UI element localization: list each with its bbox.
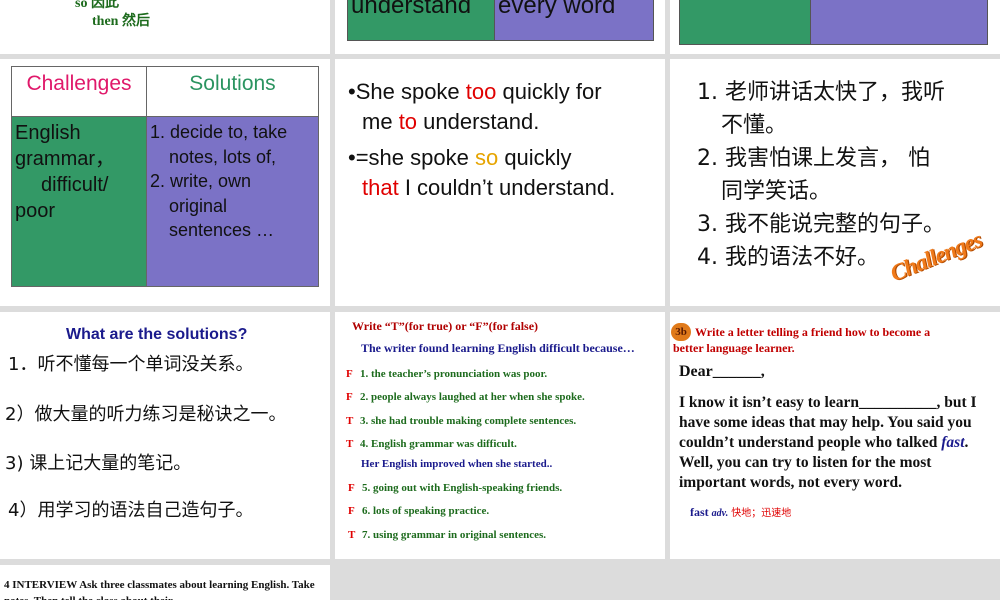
challenge-table: Challenges Solutions English grammar， di… (11, 66, 319, 287)
tf-intro-1: The writer found learning English diffic… (361, 341, 635, 355)
tf-mark: F (346, 368, 353, 380)
task-title-1: Write a letter telling a friend how to b… (695, 325, 931, 339)
challenge-item: 2. 我害怕课上发言， 怕 (697, 146, 930, 171)
challenge-line: English (15, 122, 81, 144)
slide3-cell-right (810, 0, 988, 45)
slide-7: What are the solutions? 1．听不懂每一个单词没关系。 2… (0, 312, 330, 559)
slide-6: 1. 老师讲话太快了，我听 不懂。 2. 我害怕课上发言， 怕 同学笑话。 3.… (670, 59, 1000, 306)
slide-9: 3b Write a letter telling a friend how t… (670, 312, 1000, 559)
tf-mark: T (346, 437, 354, 450)
solution-item: 3) 课上记大量的笔记。 (5, 453, 192, 474)
bullet1-text: quickly for (496, 79, 602, 104)
slide-1: so 因此 then 然后 (0, 0, 330, 54)
task-badge: 3b (671, 323, 691, 341)
challenge-item: 3. 我不能说完整的句子。 (697, 212, 945, 237)
tf-statement: 7. using grammar in original sentences. (362, 528, 547, 541)
letter-word-fast: fast (941, 434, 965, 451)
vocab-word: fast (690, 505, 709, 519)
slide-2: understand every word (335, 0, 665, 54)
tf-item: F 2. people always laughed at her when sh… (346, 386, 585, 409)
bullet-1: •She spoke too quickly for me to underst… (348, 77, 663, 137)
challenge-item: 1. 老师讲话太快了，我听 (697, 80, 945, 105)
challenge-line: difficult/ (41, 174, 109, 196)
tf-mark: T (348, 528, 356, 541)
slide3-cell-left (679, 0, 811, 45)
tf-item: T 4. English grammar was difficult. (346, 433, 585, 456)
solution-line: sentences … (169, 220, 275, 240)
letter-text: I know it isn’t easy to learn__________,… (679, 394, 977, 451)
slide-4: Challenges Solutions English grammar， di… (0, 59, 330, 306)
tf-mark: F (348, 482, 355, 494)
tf-item: F 1. the teacher’s pronunciation was poor… (346, 363, 585, 386)
tf-statement: 2. people always laughed at her when she… (360, 391, 585, 404)
highlight-to: to (398, 109, 418, 134)
table-header-challenges: Challenges (26, 72, 132, 95)
tf-mark: F (346, 391, 353, 404)
bullet-2: •=she spoke so quickly that I couldn’t u… (348, 143, 663, 203)
solution-item: 2）做大量的听力练习是秘诀之一。 (5, 404, 287, 425)
tf-mark: F (348, 505, 355, 518)
solution-line: original (169, 195, 228, 216)
solutions-cell: 1. decide to, take notes, lots of, 2. wr… (146, 116, 319, 287)
tf-instruction: Write “T”(for true) or “F”(for false) (352, 319, 539, 333)
slide2-cell-left-text: understand (351, 0, 472, 19)
challenge-item: 同学笑话。 (721, 179, 832, 204)
letter-body: I know it isn’t easy to learn__________,… (679, 393, 995, 493)
solution-item: 1．听不懂每一个单词没关系。 (8, 354, 254, 375)
table-header-challenges-cell: Challenges (11, 66, 147, 117)
tf-statement: 5. going out with English-speaking frien… (362, 482, 563, 494)
tf-statement: 3. she had trouble making complete sente… (360, 414, 577, 427)
challenge-cell: English grammar， difficult/ poor (11, 116, 147, 287)
letter-greeting: Dear______, (679, 363, 765, 380)
bullet-dot: • (348, 145, 356, 170)
slide-10: 4 INTERVIEW Ask three classmates about l… (0, 565, 330, 600)
slide2-cell-right-text: every word (498, 0, 616, 19)
bullet2-text: quickly (498, 145, 572, 170)
solutions-title: What are the solutions? (66, 326, 248, 343)
tf-item: F 5. going out with English-speaking frie… (348, 477, 562, 500)
slide2-cell-right: every word (494, 0, 654, 41)
table-header-solutions-cell: Solutions (146, 66, 319, 117)
highlight-too: too (465, 79, 497, 104)
interview-text: 4 INTERVIEW Ask three classmates about l… (4, 579, 315, 600)
vocab-meaning: 快地；迅速地 (731, 508, 792, 519)
solution-item: 4）用学习的语法自己造句子。 (8, 500, 254, 521)
tf-mark: T (346, 414, 354, 427)
slide1-line2: then 然后 (92, 14, 150, 29)
tf-intro-2: Her English improved when she started.. (361, 458, 553, 470)
highlight-so: so (474, 145, 499, 170)
bullet-dot: • (348, 79, 356, 104)
task-title-2: better language learner. (673, 341, 795, 355)
table-header-solutions: Solutions (189, 72, 276, 95)
slide-5: •She spoke too quickly for me to underst… (335, 59, 665, 306)
challenge-item: 不懂。 (721, 113, 788, 138)
solution-line: 2. write, own (150, 171, 252, 191)
bullet1-text: me (362, 109, 399, 134)
slide-3 (670, 0, 1000, 54)
challenge-line: poor (15, 200, 56, 222)
tf-item: T 7. using grammar in original sentences. (348, 524, 562, 547)
tf-item: T 3. she had trouble making complete sent… (346, 410, 585, 433)
solution-line: 1. decide to, take (150, 122, 288, 142)
solution-line: notes, lots of, (169, 146, 277, 167)
highlight-that: that (362, 175, 399, 200)
bullet2-text: I couldn’t understand. (398, 175, 616, 200)
tf-statement: 6. lots of speaking practice. (362, 505, 490, 518)
tf-item: F 6. lots of speaking practice. (348, 500, 562, 523)
challenge-line: grammar， (15, 148, 116, 170)
bullet1-text: She spoke (355, 79, 466, 104)
bullet2-text: =she spoke (355, 145, 475, 170)
bullet1-text: understand. (417, 109, 540, 134)
tf-statement: 4. English grammar was difficult. (360, 437, 517, 450)
slide-8: Write “T”(for true) or “F”(for false) Th… (335, 312, 665, 559)
tf-statement: 1. the teacher’s pronunciation was poor. (360, 368, 548, 380)
slide2-cell-left: understand (347, 0, 495, 41)
vocab-note: fast adv. 快地；迅速地 (690, 504, 791, 520)
vocab-pos: adv. (711, 508, 729, 519)
